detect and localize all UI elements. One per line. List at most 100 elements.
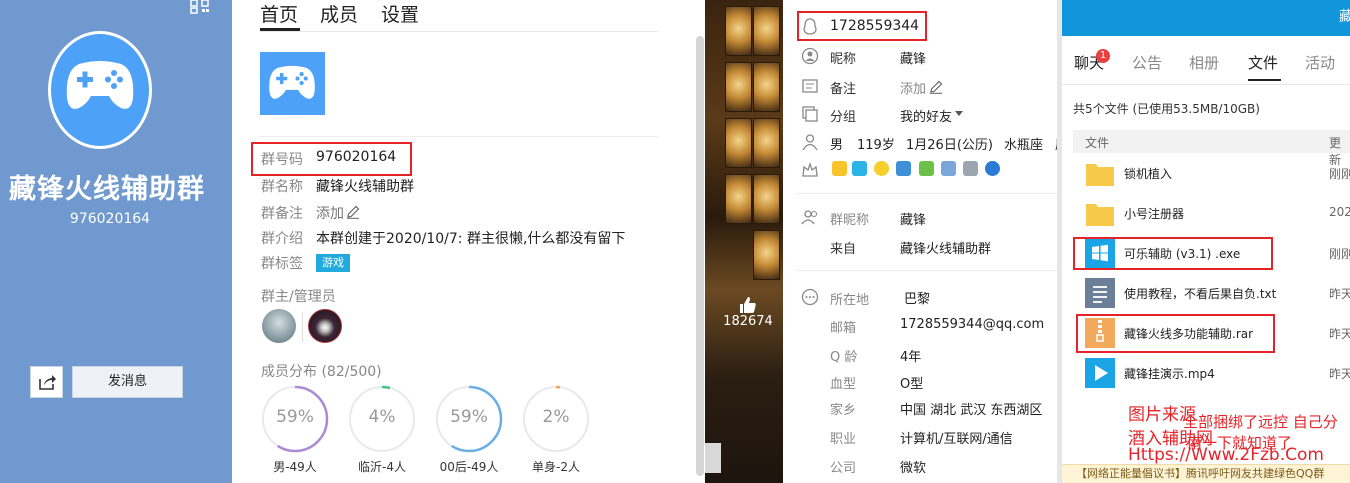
group-nickname-label: 群昵称 xyxy=(830,213,870,228)
group-files-panel: 藏 聊天 1 公告 相册 文件 活动 共5个文件 (已使用53.5MB/10GB… xyxy=(1062,0,1350,483)
camera-badge-icon[interactable] xyxy=(896,161,911,176)
file-name: 藏锋火线多功能辅助.rar xyxy=(1124,327,1254,341)
file-modified: 昨天 xyxy=(1329,287,1350,301)
qq-number: 1728559344 xyxy=(830,18,920,34)
group-tag-label: 群标签 xyxy=(261,256,303,272)
window-title: 藏 xyxy=(1339,9,1350,25)
file-row[interactable]: 可乐辅助 (v3.1) .exe 刚刚 xyxy=(1073,233,1350,273)
notice-banner[interactable]: 【网络正能量倡议书】腾讯呼吁网友共建绿色QQ群 xyxy=(1062,464,1350,483)
unread-badge: 1 xyxy=(1096,49,1110,63)
file-row[interactable]: 藏锋挂演示.mp4 昨天 xyxy=(1073,353,1350,393)
single-ring: 2% xyxy=(522,385,590,453)
city-ring: 4% xyxy=(348,385,416,453)
qq-penguin-badge-icon[interactable] xyxy=(832,161,847,176)
tab-album[interactable]: 相册 xyxy=(1189,52,1219,73)
group-info-main: 首页 成员 设置 群号码 976020164 群名称 藏锋火线辅助群 群备注 添… xyxy=(232,0,705,483)
section-divider xyxy=(797,270,1060,271)
file-row[interactable]: 藏锋火线多功能辅助.rar 昨天 xyxy=(1073,313,1350,353)
group-intro-value: 本群创建于2020/10/7: 群主很懒,什么都没有留下 xyxy=(316,231,626,247)
rar-icon xyxy=(1085,318,1115,348)
tab-settings[interactable]: 设置 xyxy=(381,0,419,27)
qzone-badge-icon[interactable] xyxy=(985,161,1000,176)
section-divider xyxy=(260,136,658,137)
qr-code-icon[interactable] xyxy=(190,0,212,14)
admin-avatar[interactable] xyxy=(308,309,342,343)
folder-icon xyxy=(1086,204,1114,226)
file-name: 可乐辅助 (v3.1) .exe xyxy=(1124,247,1241,261)
company-label: 公司 xyxy=(830,461,857,476)
group-select[interactable]: 我的好友 xyxy=(900,106,952,125)
edit-pencil-icon[interactable] xyxy=(929,80,943,94)
from-label: 来自 xyxy=(830,242,857,257)
group-tag-badge[interactable]: 游戏 xyxy=(316,254,350,272)
group-thumbnail xyxy=(260,52,325,115)
section-divider xyxy=(797,193,1060,194)
send-message-button[interactable]: 发消息 xyxy=(72,366,183,398)
remark-add-link[interactable]: 添加 xyxy=(900,78,926,97)
email-value[interactable]: 1728559344@qq.com xyxy=(900,317,1044,332)
from-value: 藏锋火线辅助群 xyxy=(900,242,992,257)
group-remark-add-link[interactable]: 添加 xyxy=(316,203,344,223)
tab-announcement[interactable]: 公告 xyxy=(1132,52,1162,73)
blood-type-label: 血型 xyxy=(830,377,857,392)
tab-divider xyxy=(1062,84,1350,85)
gender-ring-label: 男-49人 xyxy=(273,460,317,474)
contact-info-card: 1728559344 昵称 藏锋 备注 添加 分组 我的好友 男 119岁 1月… xyxy=(783,0,1060,483)
group-name-title: 藏锋火线辅助群 xyxy=(9,174,205,205)
gender-value: 男 xyxy=(830,138,844,153)
file-modified: 刚刚 xyxy=(1329,247,1350,261)
caret-down-icon[interactable] xyxy=(955,111,963,117)
file-row[interactable]: 锁机植入 刚刚 xyxy=(1073,153,1350,193)
more-dots-icon xyxy=(801,288,819,306)
group-avatar xyxy=(48,31,152,149)
zodiac-value: 水瓶座 xyxy=(1004,138,1044,153)
tab-files[interactable]: 文件 xyxy=(1248,52,1278,73)
admin-avatar[interactable] xyxy=(262,309,296,343)
gift-badge-icon[interactable] xyxy=(919,161,934,176)
remark-icon xyxy=(802,79,818,93)
tab-members[interactable]: 成员 xyxy=(320,0,358,27)
location-value: 巴黎 xyxy=(904,292,931,307)
like-counter[interactable]: 182674 xyxy=(720,296,776,329)
group-name-label: 群名称 xyxy=(261,179,303,195)
gem-badge-icon[interactable] xyxy=(963,161,978,176)
file-modified: 昨天 xyxy=(1329,327,1350,341)
profile-person-icon xyxy=(802,134,818,151)
share-button[interactable] xyxy=(30,366,63,398)
group-profile-sidebar: 藏锋火线辅助群 976020164 发消息 xyxy=(0,0,232,483)
group-number-value: 976020164 xyxy=(316,149,397,165)
tab-activity[interactable]: 活动 xyxy=(1305,52,1335,73)
group-id-subtitle: 976020164 xyxy=(69,211,151,227)
like-count: 182674 xyxy=(723,314,773,329)
qq-age-label: Q 龄 xyxy=(830,350,858,365)
profile-cover-photo xyxy=(705,0,783,483)
single-ring-percent: 2% xyxy=(542,407,570,427)
scrollbar[interactable] xyxy=(696,36,704,476)
tab-divider xyxy=(260,31,658,32)
file-name: 锁机植入 xyxy=(1124,167,1173,181)
mail-badge-icon[interactable] xyxy=(941,161,956,176)
email-label: 邮箱 xyxy=(830,321,857,336)
column-file-name[interactable]: 文件 xyxy=(1085,134,1109,151)
files-summary: 共5个文件 (已使用53.5MB/10GB) xyxy=(1073,102,1260,116)
file-row[interactable]: 小号注册器 2020 xyxy=(1073,193,1350,233)
watermark-url: Https://Www.2Fzb.Com xyxy=(1128,445,1324,465)
diamond-badge-icon[interactable] xyxy=(852,161,867,176)
job-value: 计算机/互联网/通信 xyxy=(900,432,1013,447)
age-value: 119岁 xyxy=(857,138,895,153)
birthday-value: 1月26日(公历) xyxy=(906,138,993,153)
nickname-label: 昵称 xyxy=(830,52,857,67)
tab-home[interactable]: 首页 xyxy=(260,0,298,27)
exe-icon xyxy=(1085,238,1115,268)
group-members-icon xyxy=(801,210,818,225)
photo-scroll-handle[interactable] xyxy=(705,443,721,473)
admins-title: 群主/管理员 xyxy=(261,289,336,305)
file-modified: 2020 xyxy=(1329,205,1350,219)
gender-ring-percent: 59% xyxy=(276,407,314,427)
file-modified: 昨天 xyxy=(1329,367,1350,381)
txt-icon xyxy=(1085,278,1115,308)
file-row[interactable]: 使用教程，不看后果自负.txt 昨天 xyxy=(1073,273,1350,313)
video-icon xyxy=(1085,358,1115,388)
star-badge-icon[interactable] xyxy=(874,161,889,176)
edit-pencil-icon[interactable] xyxy=(346,205,360,219)
